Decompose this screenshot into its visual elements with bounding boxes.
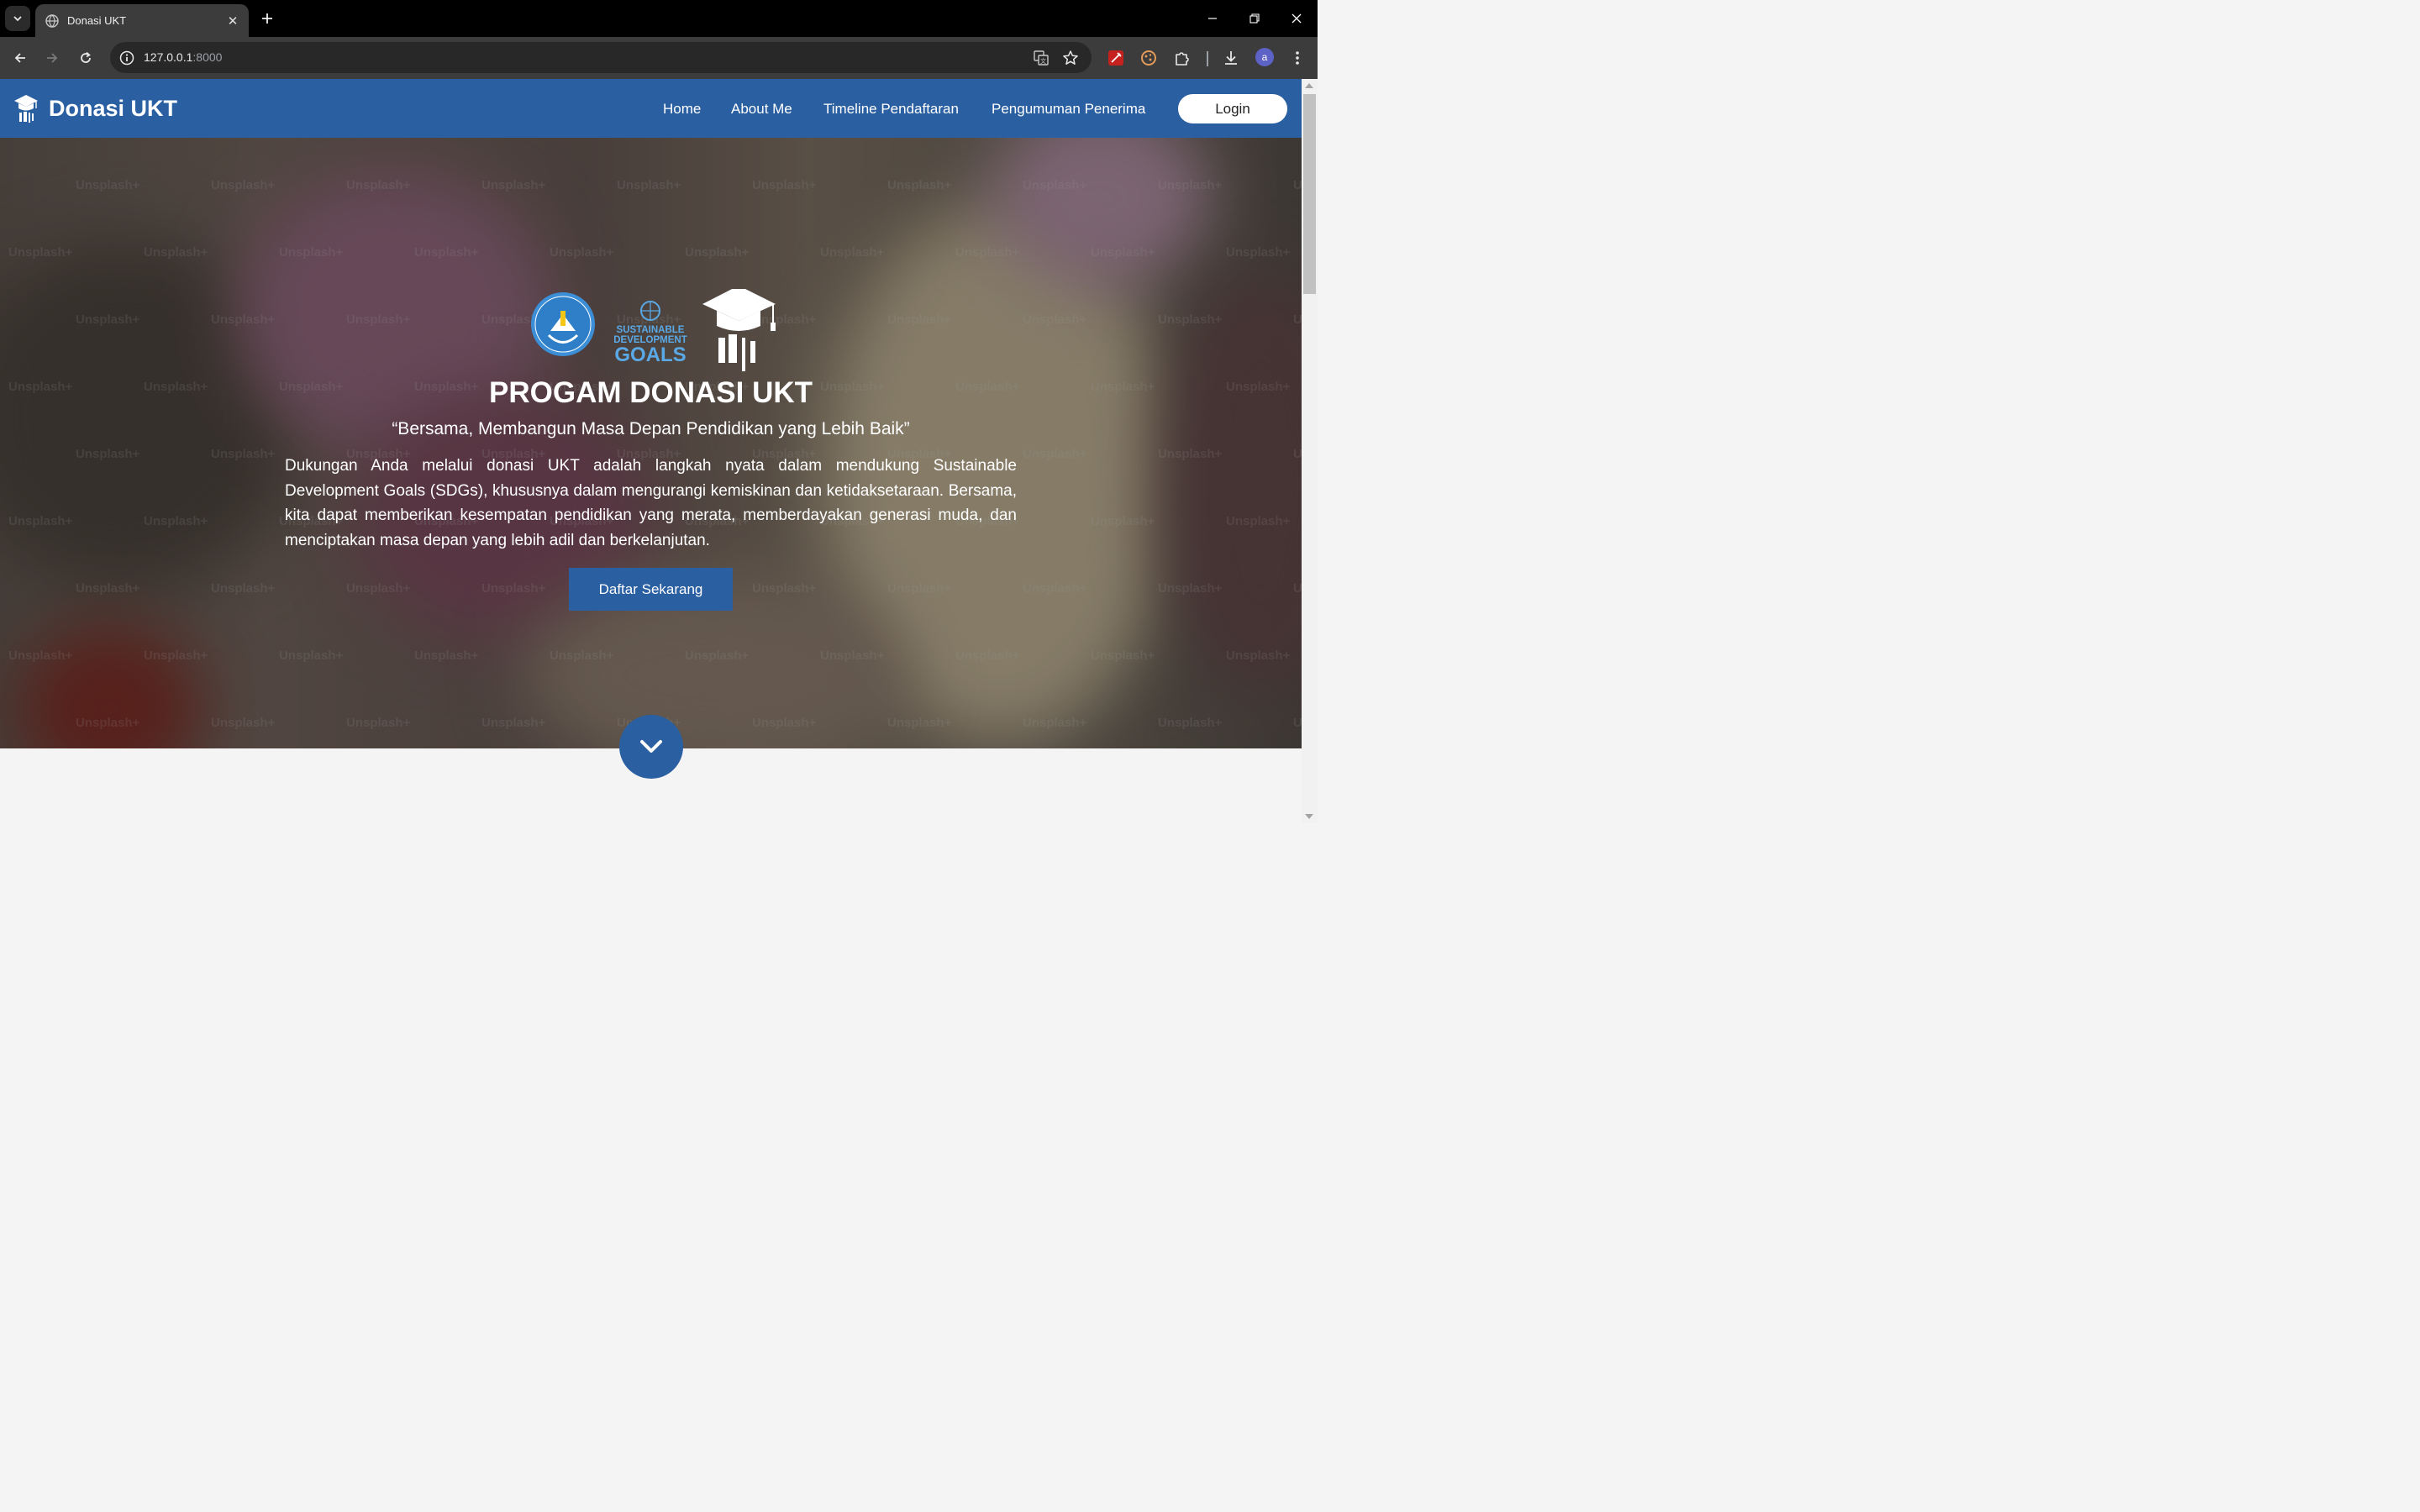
hero-section: Unsplash+ Unsplash+ Unsplash+ Unsplash+ Unsp… <box>0 138 1302 748</box>
tut-wuri-handayani-logo <box>531 292 595 356</box>
hero-title: PROGAM DONASI UKT <box>489 376 813 409</box>
nav-timeline[interactable]: Timeline Pendaftaran <box>823 101 959 118</box>
scroll-down-button[interactable] <box>619 715 683 779</box>
close-icon <box>1292 13 1302 24</box>
url-text: 127.0.0.1:8000 <box>144 50 222 64</box>
browser-tab[interactable]: Donasi UKT ✕ <box>35 4 249 37</box>
nav-announcement[interactable]: Pengumuman Penerima <box>992 101 1145 118</box>
globe-icon <box>45 13 59 28</box>
menu-kebab-icon[interactable] <box>1286 47 1308 69</box>
browser-toolbar: 127.0.0.1:8000 文 <box>0 37 1318 79</box>
download-icon[interactable] <box>1220 47 1242 69</box>
browser-window: Donasi UKT ✕ 127.0.0.1:8000 文 a Unsplash… <box>0 0 1318 823</box>
scrollbar-thumb[interactable] <box>1303 94 1316 294</box>
arrow-right-icon <box>47 53 58 63</box>
profile-avatar[interactable]: a <box>1255 48 1274 66</box>
page-scrollbar[interactable] <box>1302 79 1318 823</box>
graduation-cap-icon <box>14 95 38 123</box>
new-tab-button[interactable] <box>257 8 277 29</box>
extension-red-icon[interactable] <box>1105 47 1127 69</box>
minimize-icon <box>1208 18 1217 19</box>
sdg-logo: SUSTAINABLE DEVELOPMENT GOALS <box>613 301 687 366</box>
partner-logos: SUSTAINABLE DEVELOPMENT GOALS <box>531 289 776 371</box>
reload-icon <box>81 51 91 63</box>
restore-icon <box>1249 13 1260 24</box>
chevron-down-icon <box>640 740 662 753</box>
reload-button[interactable] <box>74 46 97 70</box>
brand-name: Donasi UKT <box>49 95 178 121</box>
hero-description: Dukungan Anda melalui donasi UKT adalah … <box>285 457 1017 549</box>
translate-icon[interactable]: 文 <box>1031 48 1051 68</box>
hero-tagline: “Bersama, Membangun Masa Depan Pendidika… <box>392 419 910 438</box>
site-navbar: Donasi UKT Home About Me Timeline Pendaf… <box>0 79 1302 138</box>
close-tab-icon[interactable]: ✕ <box>225 13 240 29</box>
scroll-down-arrow[interactable] <box>1305 814 1313 819</box>
svg-text:文: 文 <box>1040 57 1046 65</box>
restore-button[interactable] <box>1234 0 1276 37</box>
register-now-button[interactable]: Daftar Sekarang <box>569 568 733 611</box>
nav-home[interactable]: Home <box>663 101 701 118</box>
tab-strip: Donasi UKT ✕ <box>0 0 1318 37</box>
page-viewport: Unsplash+ Unsplash+ Unsplash+ Unsplash+ Unsp… <box>0 79 1302 823</box>
scroll-up-arrow[interactable] <box>1305 83 1313 88</box>
url-host: 127.0.0.1 <box>144 50 193 64</box>
minimize-button[interactable] <box>1192 0 1234 37</box>
plus-icon <box>262 13 272 24</box>
toolbar-separator <box>1207 51 1208 66</box>
back-button[interactable] <box>8 46 32 70</box>
nav-about[interactable]: About Me <box>731 101 792 118</box>
forward-button[interactable] <box>40 46 64 70</box>
chevron-down-icon <box>13 16 22 22</box>
brand-logo-link[interactable]: Donasi UKT <box>13 94 177 123</box>
close-window-button[interactable] <box>1276 0 1318 37</box>
extensions-puzzle-icon[interactable] <box>1171 47 1193 69</box>
tab-title: Donasi UKT <box>67 14 127 27</box>
arrow-left-icon <box>14 53 25 63</box>
tab-search-button[interactable] <box>5 6 30 31</box>
sdg-line1: SUSTAINABLE <box>617 325 685 335</box>
bookmark-star-icon[interactable] <box>1060 48 1081 68</box>
address-bar[interactable]: 127.0.0.1:8000 文 <box>110 42 1092 73</box>
cookie-icon[interactable] <box>1138 47 1160 69</box>
sdg-line3: GOALS <box>614 344 686 366</box>
url-port: :8000 <box>192 50 223 64</box>
hero-overlay <box>0 138 1302 748</box>
graduation-cap-logo <box>702 289 776 371</box>
login-button[interactable]: Login <box>1178 94 1287 123</box>
site-info-icon[interactable] <box>117 48 137 68</box>
